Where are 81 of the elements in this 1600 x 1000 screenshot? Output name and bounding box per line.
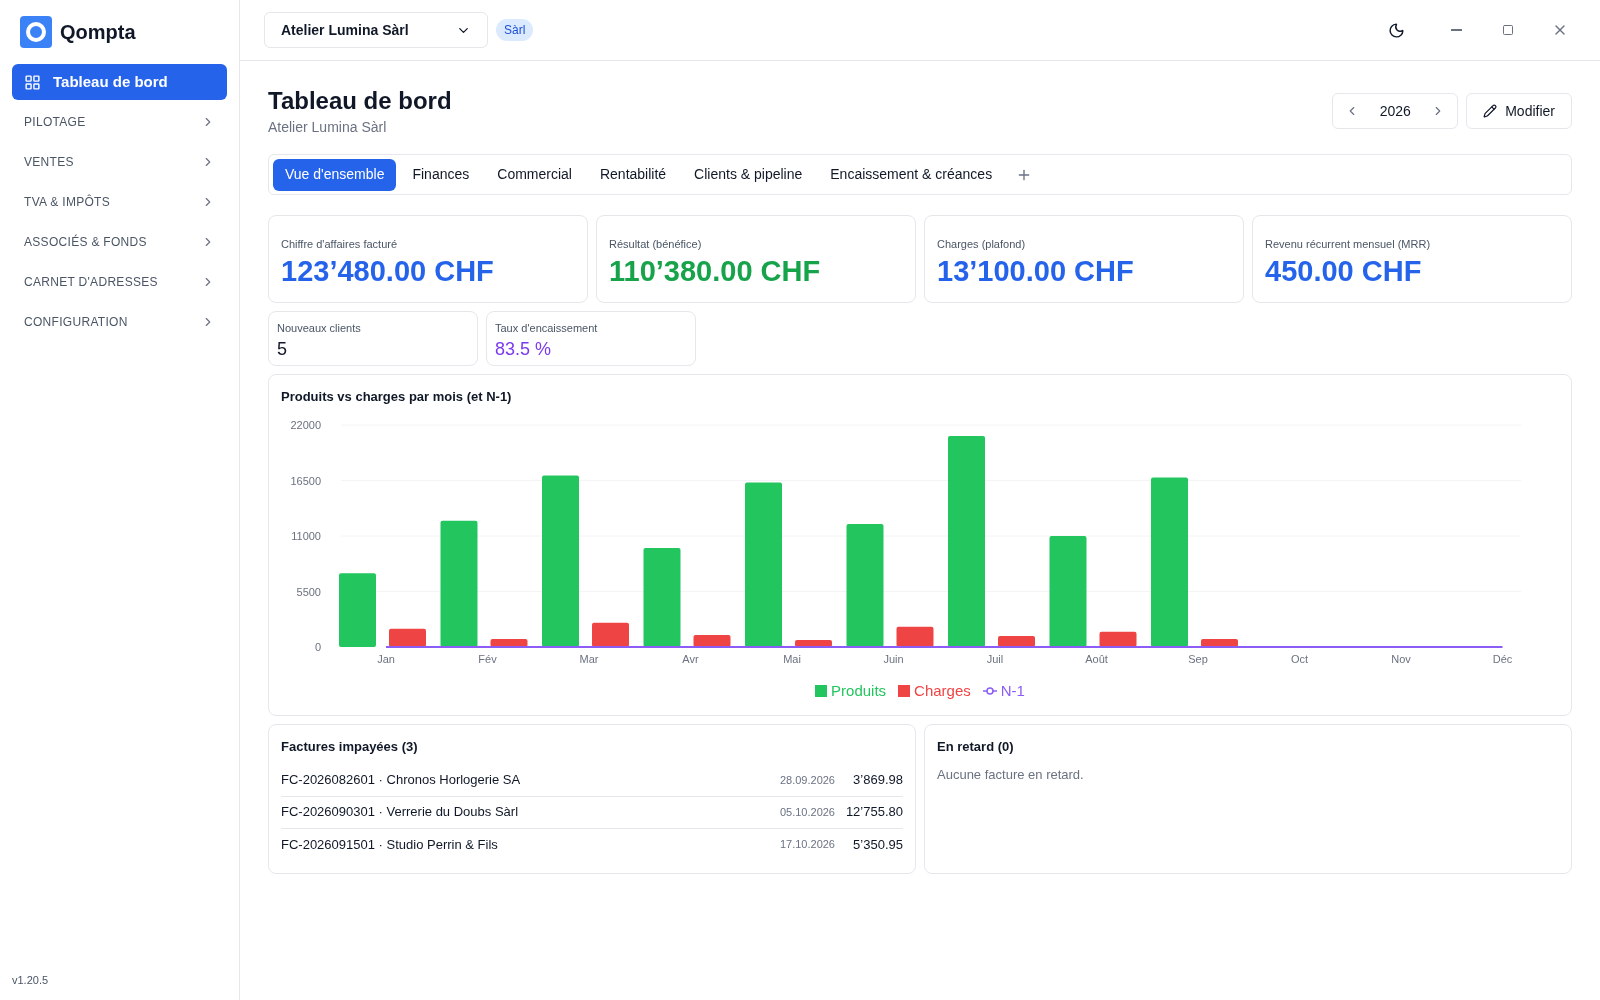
x-tick-label: Août — [1085, 652, 1108, 665]
bar — [998, 635, 1035, 647]
bar — [795, 639, 832, 647]
tab[interactable]: Vue d'ensemble — [273, 158, 397, 191]
tab[interactable]: Encaissement & créances — [818, 158, 1005, 191]
legal-form-badge: Sàrl — [496, 19, 534, 41]
bar — [1201, 638, 1238, 647]
kpi-label: Taux d'encaissement — [495, 321, 599, 336]
x-tick-label: Juin — [883, 652, 904, 665]
kpi-label: Revenu récurrent mensuel (MRR) — [1265, 237, 1432, 252]
sidebar-item[interactable]: VENTES — [12, 144, 227, 180]
dashboard-icon — [24, 73, 41, 91]
sidebar-item[interactable]: CARNET D'ADRESSES — [12, 264, 227, 300]
maximize-icon — [1502, 24, 1514, 36]
invoice-amount: 5’350.95 — [852, 835, 903, 854]
invoice-link[interactable]: FC-2026082601 · Chronos Horlogerie SA — [281, 770, 780, 790]
x-tick-label: Sep — [1188, 652, 1208, 665]
y-tick-label: 11000 — [291, 529, 321, 542]
due-date: 05.10.2026 — [779, 804, 835, 820]
invoice-amount: 12’755.80 — [844, 803, 903, 822]
legend-item[interactable]: Charges — [898, 679, 971, 702]
x-tick-label: Juil — [986, 652, 1004, 665]
bar — [592, 622, 629, 647]
y-tick-label: 22000 — [290, 418, 321, 431]
tab[interactable]: Commercial — [485, 158, 584, 191]
bar — [1099, 631, 1137, 647]
invoice-link[interactable]: FC-2026091501 · Studio Perrin & Fils — [281, 834, 780, 855]
year-picker[interactable]: 2026 — [1332, 93, 1459, 129]
edit-button[interactable]: Modifier — [1466, 93, 1572, 129]
due-date: 17.10.2026 — [779, 837, 835, 853]
tab[interactable]: Finances — [400, 158, 482, 191]
sidebar-item[interactable]: ASSOCIÉS & FONDS — [12, 224, 227, 260]
version-label: v1.20.5 — [12, 972, 50, 988]
sidebar-item[interactable]: PILOTAGE — [12, 104, 227, 140]
x-tick-label: Avr — [682, 652, 699, 665]
page-subtitle: Atelier Lumina Sàrl — [268, 118, 388, 137]
bar — [490, 638, 528, 647]
invoice-link[interactable]: FC-2026090301 · Verrerie du Doubs Sàrl — [281, 802, 780, 822]
pencil-icon — [1483, 104, 1498, 118]
moon-icon — [1387, 21, 1405, 39]
company-select[interactable]: Atelier Lumina Sàrl — [264, 12, 488, 48]
kpi-label: Chiffre d'affaires facturé — [281, 237, 399, 252]
empty-message: Aucune facture en retard. — [937, 765, 1085, 784]
x-tick-label: Mai — [783, 652, 801, 665]
kpi-value: 110’380.00 CHF — [609, 253, 822, 289]
bar — [896, 626, 934, 647]
kpi-value: 13’100.00 CHF — [937, 253, 1135, 289]
x-tick-label: Mar — [579, 652, 599, 665]
tab[interactable]: Clients & pipeline — [682, 158, 815, 191]
minimize-icon — [1450, 29, 1462, 31]
kpi-label: Nouveaux clients — [277, 321, 362, 336]
x-tick-label: Jan — [377, 652, 395, 665]
y-tick-label: 5500 — [296, 585, 321, 597]
bar — [693, 634, 731, 647]
y-tick-label: 0 — [314, 640, 321, 653]
y-tick-label: 16500 — [290, 474, 321, 486]
kpi-value: 83.5 % — [495, 337, 553, 361]
card-title: En retard (0) — [937, 738, 1015, 756]
card-title: Factures impayées (3) — [281, 738, 419, 756]
sidebar-item[interactable]: Tableau de bord — [12, 64, 227, 100]
x-tick-label: Déc — [1492, 652, 1513, 665]
kpi-label: Résultat (bénéfice) — [609, 237, 703, 252]
x-tick-label: Fév — [478, 652, 497, 665]
kpi-value: 5 — [277, 337, 288, 361]
legend-line-icon — [982, 686, 997, 695]
invoice-amount: 3’869.98 — [852, 771, 903, 790]
logo-icon — [20, 16, 52, 48]
kpi-label: Charges (plafond) — [937, 237, 1027, 252]
chart-title: Produits vs charges par mois (et N-1) — [281, 388, 513, 406]
legend-item[interactable]: N-1 — [982, 679, 1025, 702]
due-date: 28.09.2026 — [779, 772, 835, 788]
kpi-value: 123’480.00 CHF — [281, 253, 495, 289]
x-tick-label: Nov — [1391, 652, 1411, 665]
x-tick-label: Oct — [1290, 652, 1309, 665]
kpi-value: 450.00 CHF — [1265, 253, 1423, 289]
sidebar-item[interactable]: CONFIGURATION — [12, 304, 227, 340]
bar — [389, 628, 426, 647]
app-name: Qompta — [60, 20, 136, 45]
page-title: Tableau de bord — [268, 86, 452, 116]
tab[interactable]: Rentabilité — [587, 158, 679, 191]
sidebar-item[interactable]: TVA & IMPÔTS — [12, 184, 227, 220]
